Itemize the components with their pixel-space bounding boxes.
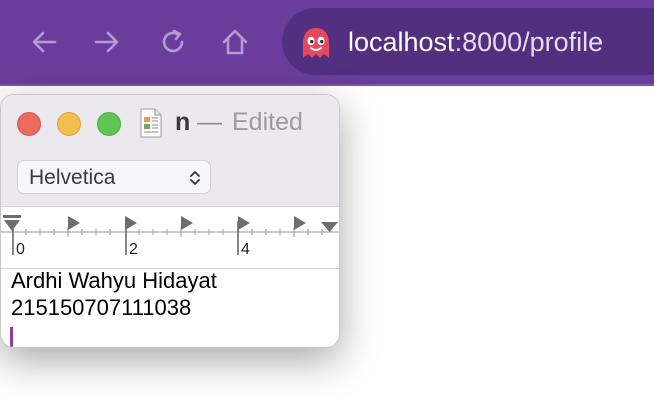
ruler-graphic: [1, 215, 339, 255]
window-titlebar: n — Edited Helvetica: [1, 95, 339, 206]
home-icon: [222, 29, 248, 55]
arrow-right-icon: [94, 31, 119, 53]
ruler-label: 4: [241, 241, 250, 258]
textedit-window: n — Edited Helvetica 0 2 4 Ardhi Wahyu H…: [0, 94, 340, 348]
ghost-icon: [303, 28, 329, 58]
text-line: 215150707111038: [11, 295, 192, 320]
arrow-left-icon: [32, 31, 57, 53]
font-family-select[interactable]: Helvetica: [17, 160, 211, 194]
browser-toolbar: localhost:8000/profile: [0, 0, 654, 86]
font-family-value: Helvetica: [29, 166, 116, 189]
minimize-button[interactable]: [57, 112, 81, 136]
ruler-label: 0: [16, 241, 25, 258]
zoom-button[interactable]: [97, 112, 121, 136]
back-button[interactable]: [26, 24, 62, 60]
url-path: :8000/profile: [454, 27, 604, 57]
title-separator: —: [197, 108, 222, 136]
ruler-label: 2: [129, 241, 138, 258]
reload-button[interactable]: [155, 24, 191, 60]
document-icon: [140, 108, 162, 138]
document-title: n: [175, 108, 191, 136]
chevron-updown-icon: [190, 171, 200, 185]
close-button[interactable]: [17, 112, 41, 136]
url-text: localhost:8000/profile: [348, 25, 603, 59]
text-line: Ardhi Wahyu Hidayat: [11, 268, 217, 293]
text-editor-area[interactable]: Ardhi Wahyu Hidayat 215150707111038: [1, 268, 339, 347]
home-button[interactable]: [217, 24, 253, 60]
address-bar[interactable]: localhost:8000/profile: [282, 8, 654, 75]
text-caret: [10, 327, 13, 347]
url-host: localhost: [348, 27, 455, 57]
reload-icon: [162, 29, 184, 53]
edited-status: Edited: [232, 108, 303, 136]
forward-button[interactable]: [89, 24, 125, 60]
ruler[interactable]: 0 2 4: [1, 206, 339, 269]
